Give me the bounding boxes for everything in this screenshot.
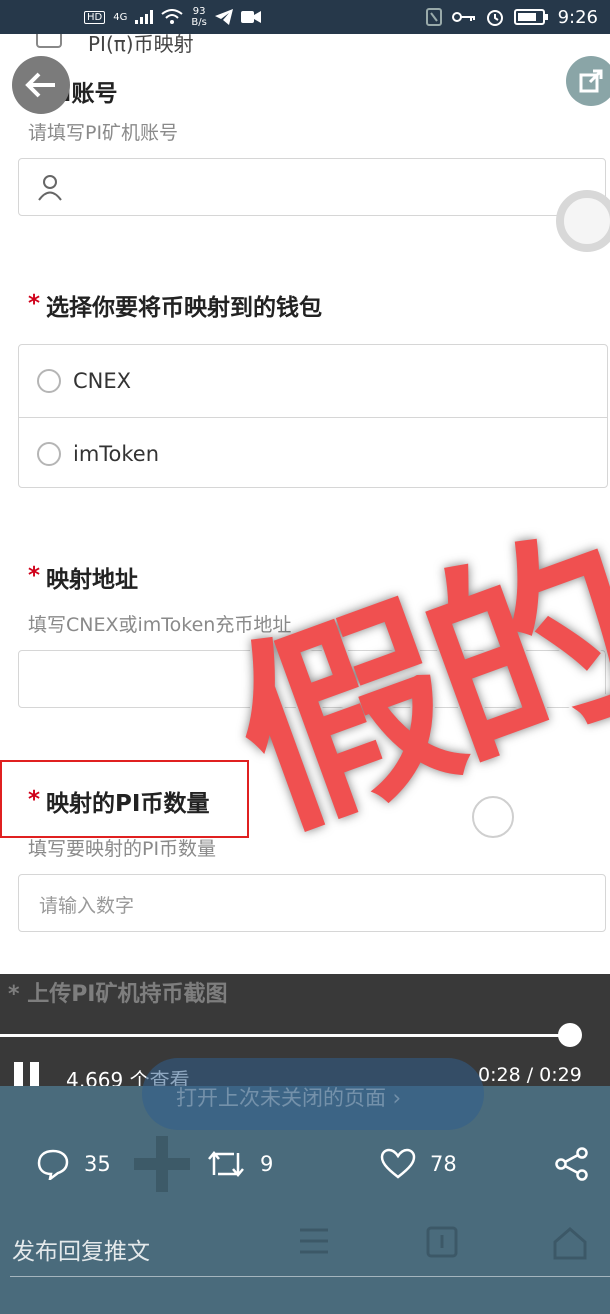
alarm-icon xyxy=(486,10,503,26)
clock: 9:26 xyxy=(557,6,598,28)
back-button[interactable] xyxy=(12,56,70,114)
nfc-icon xyxy=(425,8,442,26)
video-progress-track[interactable] xyxy=(0,1034,570,1037)
share-action[interactable] xyxy=(554,1142,590,1186)
retweet-action[interactable]: 9 xyxy=(206,1142,273,1186)
external-link-button[interactable] xyxy=(566,56,610,106)
video-timecode: 0:28 / 0:29 xyxy=(478,1064,582,1086)
net-speed-value: 93 xyxy=(192,6,206,17)
arrow-left-icon xyxy=(25,72,55,98)
wallet-options: CNEX imToken xyxy=(18,344,608,488)
menu-ghost-icon xyxy=(298,1226,330,1260)
net-speed-unit: B/s xyxy=(191,17,207,28)
amount-placeholder: 请输入数字 xyxy=(39,895,135,917)
external-link-icon xyxy=(579,69,603,93)
status-left: HD 4G 93 B/s xyxy=(84,0,261,34)
reply-count: 35 xyxy=(84,1152,111,1176)
plus-ghost-icon xyxy=(130,1132,194,1200)
telegram-icon xyxy=(214,9,233,25)
required-star: * xyxy=(8,982,20,1007)
cutoff-checkbox[interactable] xyxy=(36,34,62,48)
floating-assist-ball[interactable] xyxy=(556,190,610,252)
radio-icon[interactable] xyxy=(37,442,61,466)
upload-label: * 上传PI矿机持币截图 xyxy=(8,976,228,1008)
reopen-page-label: 打开上次未关闭的页面 xyxy=(176,1086,386,1110)
status-bar: HD 4G 93 B/s 9:26 xyxy=(0,0,610,34)
heart-icon xyxy=(380,1148,416,1179)
user-icon xyxy=(38,175,62,201)
fake-watermark: 假的 xyxy=(204,500,610,871)
video-progress-knob[interactable] xyxy=(558,1023,582,1047)
upload-label-text: 上传PI矿机持币截图 xyxy=(27,982,228,1007)
retweet-icon xyxy=(208,1151,244,1177)
wallet-label: * 选择你要将币映射到的钱包 xyxy=(28,288,322,322)
highlight-frame xyxy=(0,760,249,838)
like-action[interactable]: 78 xyxy=(380,1142,457,1186)
status-right: 9:26 xyxy=(425,0,598,34)
wallet-option-label: CNEX xyxy=(73,369,132,393)
amount-hint: 填写要映射的PI币数量 xyxy=(28,838,217,860)
amount-input[interactable]: 请输入数字 xyxy=(18,874,606,932)
signal-bars-icon xyxy=(135,10,154,24)
account-hint: 请填写PI矿机账号 xyxy=(28,122,179,144)
address-label-text: 映射地址 xyxy=(46,567,139,593)
wallet-option-label: imToken xyxy=(73,442,160,466)
retweet-count: 9 xyxy=(260,1152,274,1176)
video-camera-icon xyxy=(240,11,261,23)
reply-action[interactable]: 35 xyxy=(36,1142,111,1186)
share-icon xyxy=(555,1147,588,1181)
battery-icon xyxy=(513,9,548,25)
key-icon xyxy=(451,12,475,22)
address-label: * 映射地址 xyxy=(28,560,138,594)
wallet-option-cnex[interactable]: CNEX xyxy=(19,345,607,417)
reply-input[interactable]: 发布回复推文 xyxy=(12,1232,150,1266)
comment-icon xyxy=(37,1149,69,1180)
network-label: 4G xyxy=(113,11,128,23)
account-input[interactable] xyxy=(18,158,606,216)
divider xyxy=(10,1276,610,1277)
wallet-label-text: 选择你要将币映射到的钱包 xyxy=(46,295,323,321)
signal-icon: 4G xyxy=(113,12,127,23)
net-speed: 93 B/s xyxy=(191,6,206,28)
wifi-icon xyxy=(161,9,183,24)
home-ghost-icon xyxy=(552,1226,588,1264)
reopen-page-text: 打开上次未关闭的页面 › xyxy=(176,1086,402,1110)
required-star: * xyxy=(28,291,41,317)
radio-icon[interactable] xyxy=(37,369,61,393)
like-count: 78 xyxy=(430,1152,457,1176)
tabs-ghost-icon xyxy=(426,1226,458,1262)
required-star: * xyxy=(28,563,41,589)
cutoff-row-text: PI(π)币映射 xyxy=(88,34,194,56)
hd-badge: HD xyxy=(84,10,106,24)
